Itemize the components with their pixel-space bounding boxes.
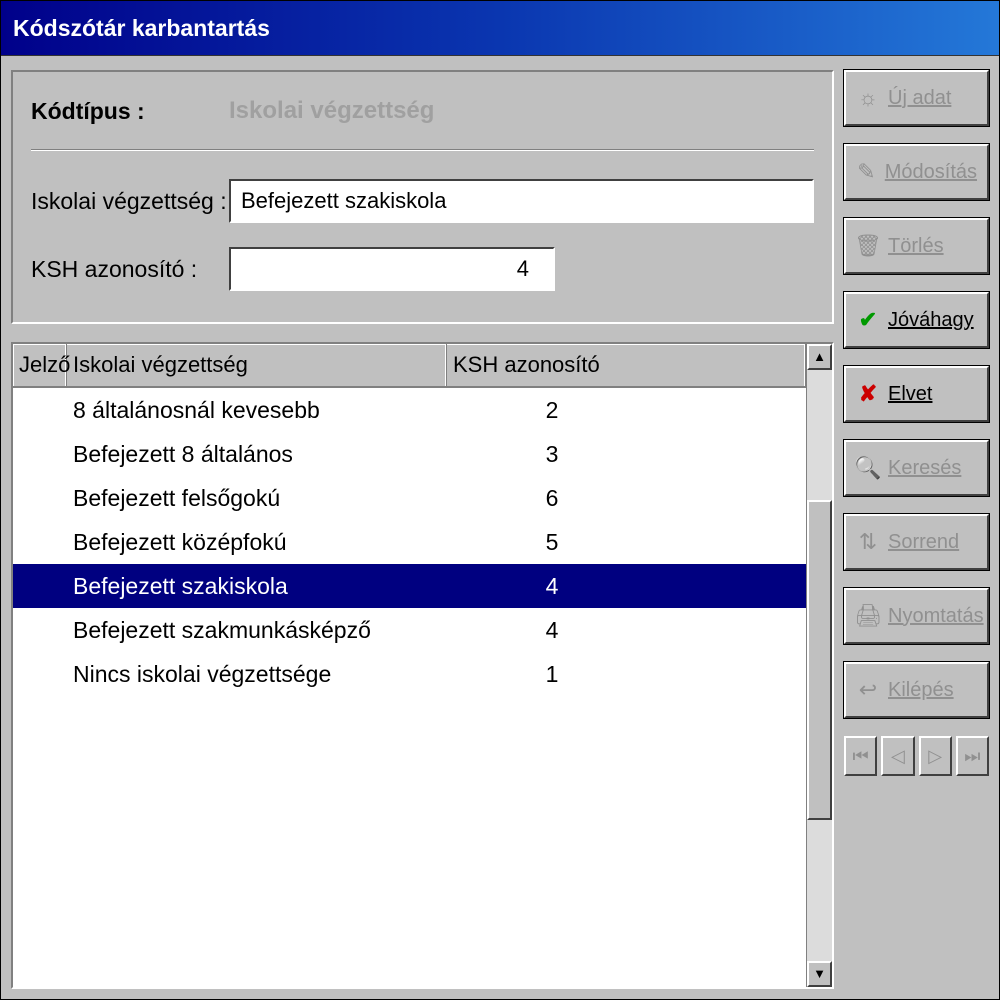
cell-ksh: 4	[447, 573, 697, 600]
sorrend-button[interactable]: ⇅ Sorrend	[844, 514, 989, 570]
exit-icon: ↩	[856, 678, 880, 702]
kodtipus-label: Kódtípus :	[31, 98, 229, 125]
elvet-button[interactable]: ✘ Elvet	[844, 366, 989, 422]
sort-icon: ⇅	[856, 530, 880, 554]
table-row[interactable]: Nincs iskolai végzettsége1	[13, 652, 806, 696]
right-column: ☼ Új adat ✎ Módosítás 🗑 Törlés ✔ Jóváhag…	[844, 70, 989, 989]
cell-ksh: 3	[447, 441, 697, 468]
left-column: Kódtípus : Iskolai végzettség Iskolai vé…	[11, 70, 834, 989]
kilepes-label: Kilépés	[888, 679, 977, 702]
cell-name: Nincs iskolai végzettsége	[67, 661, 447, 688]
iskolai-label: Iskolai végzettség :	[31, 188, 229, 215]
scroll-track[interactable]	[807, 370, 832, 961]
list-panel: Jelző Iskolai végzettség KSH azonosító 8…	[11, 342, 834, 989]
cell-ksh: 2	[447, 397, 697, 424]
edit-icon: ✎	[856, 160, 877, 184]
elvet-label: Elvet	[888, 383, 977, 406]
record-nav: ⏮ ◁ ▷ ⏭	[844, 736, 989, 776]
table-row[interactable]: Befejezett szakmunkásképző4	[13, 608, 806, 652]
nyomtatas-label: Nyomtatás	[888, 605, 984, 628]
table-row[interactable]: Befejezett középfokú5	[13, 520, 806, 564]
sun-icon: ☼	[856, 86, 880, 110]
table-row[interactable]: Befejezett felsőgokú6	[13, 476, 806, 520]
sorrend-label: Sorrend	[888, 531, 977, 554]
nav-next-button[interactable]: ▷	[919, 736, 952, 776]
iskolai-input[interactable]	[229, 179, 814, 223]
print-icon: 🖨	[856, 604, 880, 628]
cell-name: Befejezett felsőgokú	[67, 485, 447, 512]
modositas-label: Módosítás	[885, 161, 977, 184]
col-header-ksh[interactable]: KSH azonosító	[447, 344, 806, 386]
nav-first-button[interactable]: ⏮	[844, 736, 877, 776]
torles-label: Törlés	[888, 235, 977, 258]
cell-name: 8 általánosnál kevesebb	[67, 397, 447, 424]
cell-ksh: 6	[447, 485, 697, 512]
scroll-down-button[interactable]: ▼	[807, 961, 832, 987]
cell-name: Befejezett középfokú	[67, 529, 447, 556]
table-row[interactable]: 8 általánosnál kevesebb2	[13, 388, 806, 432]
vertical-scrollbar[interactable]: ▲ ▼	[806, 344, 832, 987]
torles-button[interactable]: 🗑 Törlés	[844, 218, 989, 274]
kodtipus-value: Iskolai végzettség	[229, 97, 434, 125]
scroll-thumb[interactable]	[807, 500, 832, 820]
title-bar: Kódszótár karbantartás	[1, 1, 999, 56]
list-rows: 8 általánosnál kevesebb2Befejezett 8 ált…	[13, 388, 806, 987]
jovahagy-button[interactable]: ✔ Jóváhagy	[844, 292, 989, 348]
kilepes-button[interactable]: ↩ Kilépés	[844, 662, 989, 718]
jovahagy-label: Jóváhagy	[888, 309, 977, 332]
form-panel: Kódtípus : Iskolai végzettség Iskolai vé…	[11, 70, 834, 324]
cell-name: Befejezett szakmunkásképző	[67, 617, 447, 644]
ksh-label: KSH azonosító :	[31, 256, 229, 283]
cell-name: Befejezett 8 általános	[67, 441, 447, 468]
kereses-label: Keresés	[888, 457, 977, 480]
dialog-window: Kódszótár karbantartás Kódtípus : Iskola…	[0, 0, 1000, 1000]
scroll-up-button[interactable]: ▲	[807, 344, 832, 370]
col-header-iskolai[interactable]: Iskolai végzettség	[67, 344, 447, 386]
modositas-button[interactable]: ✎ Módosítás	[844, 144, 989, 200]
divider	[31, 149, 814, 151]
window-title: Kódszótár karbantartás	[13, 15, 270, 42]
search-icon: 🔍	[856, 456, 880, 480]
body: Kódtípus : Iskolai végzettség Iskolai vé…	[1, 56, 999, 999]
nav-last-button[interactable]: ⏭	[956, 736, 989, 776]
table-row[interactable]: Befejezett szakiskola4	[13, 564, 806, 608]
cell-ksh: 5	[447, 529, 697, 556]
nyomtatas-button[interactable]: 🖨 Nyomtatás	[844, 588, 989, 644]
cross-icon: ✘	[856, 382, 880, 406]
nav-prev-button[interactable]: ◁	[881, 736, 914, 776]
cell-ksh: 4	[447, 617, 697, 644]
ujadat-button[interactable]: ☼ Új adat	[844, 70, 989, 126]
kereses-button[interactable]: 🔍 Keresés	[844, 440, 989, 496]
trash-icon: 🗑	[856, 234, 880, 258]
table-row[interactable]: Befejezett 8 általános3	[13, 432, 806, 476]
check-icon: ✔	[856, 308, 880, 332]
col-header-jelzo[interactable]: Jelző	[13, 344, 67, 386]
ksh-input[interactable]	[229, 247, 555, 291]
list-header: Jelző Iskolai végzettség KSH azonosító	[13, 344, 806, 388]
cell-name: Befejezett szakiskola	[67, 573, 447, 600]
ujadat-label: Új adat	[888, 87, 977, 110]
cell-ksh: 1	[447, 661, 697, 688]
